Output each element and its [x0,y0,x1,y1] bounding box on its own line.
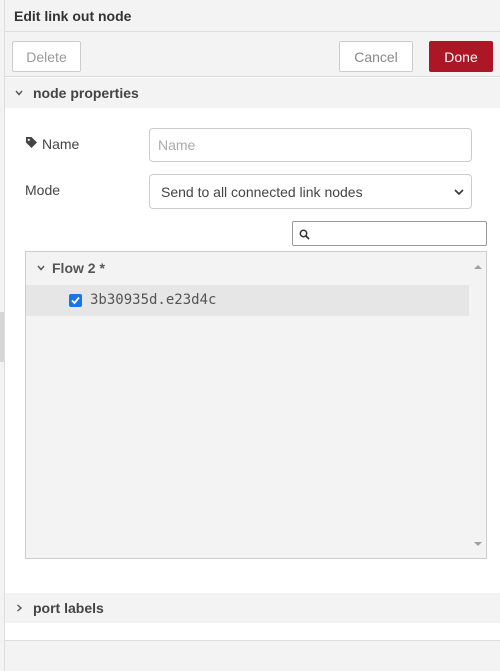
scroll-up-arrow-icon[interactable] [474,257,482,275]
search-icon [299,227,310,245]
done-button[interactable]: Done [429,41,493,72]
mode-label: Mode [25,182,61,198]
edit-tray: Edit link out node Delete Cancel Done no… [5,0,500,671]
delete-button[interactable]: Delete [12,41,81,72]
tray-toolbar: Delete Cancel Done [5,32,500,77]
port-labels-section-header[interactable]: port labels [5,593,500,623]
chevron-down-icon [5,88,33,98]
tree-scrollbar[interactable] [470,252,486,558]
item-checkbox[interactable] [69,294,82,307]
mode-select-value: Send to all connected link nodes [161,183,363,200]
section-label: port labels [33,600,104,616]
tree-item-label: 3b30935d.e23d4c [90,292,217,308]
search-input[interactable] [315,224,481,243]
tree-group-flow[interactable]: Flow 2 * [26,252,469,284]
chevron-down-icon[interactable] [30,263,52,273]
chevron-down-icon [453,185,465,201]
section-label: node properties [33,85,139,101]
tray-title: Edit link out node [14,8,132,24]
mode-select[interactable]: Send to all connected link nodes [149,174,472,209]
resize-handle[interactable] [0,312,4,362]
node-search-box[interactable] [292,221,487,246]
node-properties-section-header[interactable]: node properties [5,78,500,108]
name-input[interactable] [149,128,472,162]
scroll-down-arrow-icon[interactable] [474,534,482,552]
cancel-button[interactable]: Cancel [339,41,413,72]
tree-group-label: Flow 2 * [52,260,105,276]
chevron-right-icon [5,603,33,613]
name-label: Name [42,136,80,152]
tag-icon [25,136,38,152]
link-target-tree: Flow 2 * 3b30935d.e23d4c [25,251,487,559]
name-label-row: Name [25,136,79,152]
tray-footer [5,640,500,671]
tree-item[interactable]: 3b30935d.e23d4c [26,285,469,316]
tray-header: Edit link out node [5,0,500,32]
